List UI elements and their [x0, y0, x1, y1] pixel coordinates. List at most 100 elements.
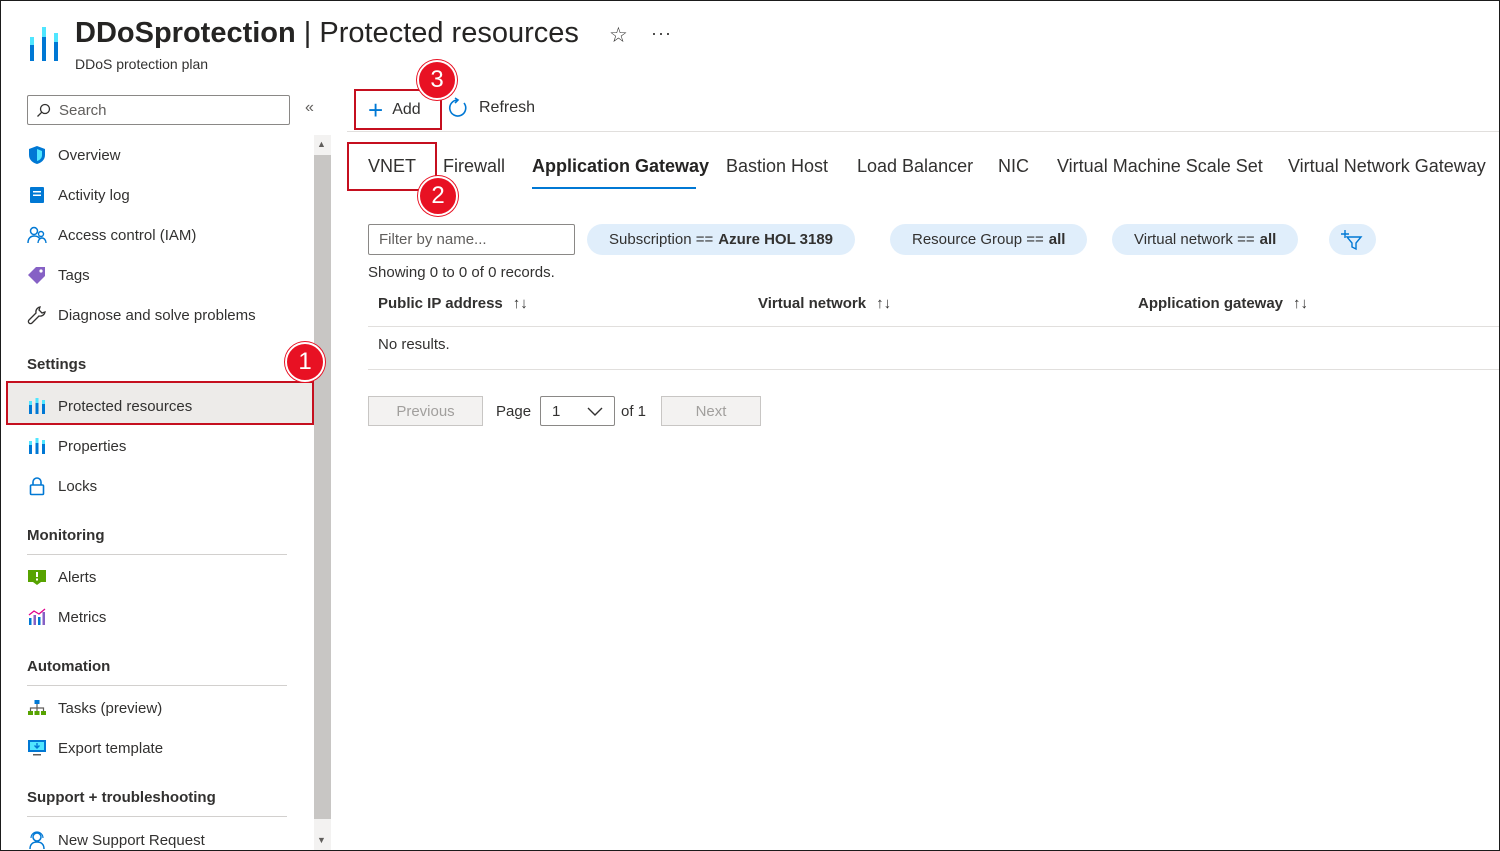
ddos-plan-logo-icon	[30, 27, 58, 61]
tab-bastion-host[interactable]: Bastion Host	[726, 156, 828, 177]
page-number-value: 1	[552, 402, 561, 420]
sidebar-item-access-control[interactable]: Access control (IAM)	[27, 217, 196, 253]
active-tab-indicator	[532, 187, 696, 189]
virtual-network-filter-pill[interactable]: Virtual network == all	[1112, 224, 1299, 255]
page-label: Page	[496, 403, 532, 420]
column-header-label: Application gateway	[1138, 295, 1284, 312]
sidebar-item-protected-resources[interactable]: Protected resources	[27, 388, 192, 424]
sidebar-item-label: Diagnose and solve problems	[58, 306, 256, 324]
sidebar-scroll-thumb[interactable]	[314, 155, 331, 819]
refresh-button-label: Refresh	[479, 99, 536, 116]
resource-type-subtitle: DDoS protection plan	[75, 56, 209, 72]
add-filter-button[interactable]	[1329, 224, 1376, 255]
sort-icon[interactable]: ↑↓	[513, 295, 528, 312]
callout-badge: 3	[417, 60, 457, 100]
page-number-select[interactable]: 1	[540, 396, 615, 426]
toolbar-divider	[347, 131, 1499, 132]
callout-badge: 2	[418, 176, 458, 216]
column-header-label: Virtual network	[758, 295, 867, 312]
sort-icon[interactable]: ↑↓	[1293, 295, 1308, 312]
sidebar-item-tasks[interactable]: Tasks (preview)	[27, 690, 162, 726]
people-icon	[27, 225, 47, 245]
title-separator: |	[295, 17, 320, 49]
filter-key: Virtual network ==	[1134, 231, 1255, 248]
filter-key: Resource Group ==	[912, 231, 1044, 248]
refresh-button[interactable]: Refresh	[447, 97, 535, 119]
sidebar-item-new-support-request[interactable]: New Support Request	[27, 822, 205, 850]
tab-firewall[interactable]: Firewall	[443, 156, 505, 177]
sidebar-item-label: New Support Request	[58, 831, 205, 849]
tab-virtual-machine-scale-set[interactable]: Virtual Machine Scale Set	[1057, 156, 1263, 177]
resource-name: DDoSprotection	[75, 17, 296, 49]
sidebar-item-label: Overview	[58, 146, 121, 164]
section-divider	[27, 685, 287, 686]
search-placeholder: Search	[59, 101, 107, 119]
page-total-label: of 1	[621, 403, 647, 420]
sidebar-item-diagnose[interactable]: Diagnose and solve problems	[27, 297, 256, 333]
records-count-text: Showing 0 to 0 of 0 records.	[368, 264, 555, 281]
sidebar-item-label: Properties	[58, 437, 127, 455]
add-button-label: Add	[392, 100, 421, 118]
no-results-text: No results.	[378, 336, 450, 353]
callout-badge: 1	[285, 342, 325, 382]
section-automation: Automation	[27, 658, 111, 675]
sidebar-item-tags[interactable]: Tags	[27, 257, 90, 293]
page-title: DDoSprotection | Protected resources	[75, 17, 579, 50]
sidebar-item-label: Protected resources	[58, 397, 193, 415]
sidebar-search-input[interactable]: Search	[27, 95, 290, 125]
column-header-application-gateway[interactable]: Application gateway ↑↓	[1138, 295, 1308, 312]
sidebar-item-label: Alerts	[58, 568, 97, 586]
previous-page-button[interactable]: Previous	[368, 396, 483, 426]
export-template-icon	[27, 738, 47, 758]
tag-icon	[27, 265, 47, 285]
sidebar-item-label: Tasks (preview)	[58, 699, 163, 717]
column-header-public-ip[interactable]: Public IP address ↑↓	[378, 295, 528, 312]
sort-icon[interactable]: ↑↓	[876, 295, 891, 312]
sidebar-item-label: Activity log	[58, 186, 130, 204]
ddos-plan-icon	[27, 396, 47, 416]
filter-by-name-input[interactable]: Filter by name...	[368, 224, 575, 255]
subscription-filter-pill[interactable]: Subscription == Azure HOL 3189	[587, 224, 856, 255]
favorite-star-icon[interactable]: ☆	[609, 23, 628, 48]
sidebar-item-activity-log[interactable]: Activity log	[27, 177, 130, 213]
sidebar-item-alerts[interactable]: Alerts	[27, 559, 96, 595]
sidebar-item-export-template[interactable]: Export template	[27, 730, 163, 766]
filter-value: all	[1048, 231, 1066, 248]
plus-icon: +	[368, 94, 384, 125]
filter-value: all	[1259, 231, 1277, 248]
portal-window: DDoSprotection | Protected resources DDo…	[0, 0, 1500, 851]
shield-icon	[27, 145, 47, 165]
resource-group-filter-pill[interactable]: Resource Group == all	[890, 224, 1088, 255]
scroll-up-arrow-icon[interactable]: ▲	[317, 139, 326, 149]
tab-nic[interactable]: NIC	[998, 156, 1029, 177]
search-icon	[37, 103, 51, 117]
table-header-divider	[368, 326, 1499, 327]
section-divider	[27, 554, 287, 555]
section-settings: Settings	[27, 356, 87, 373]
tasks-icon	[27, 698, 47, 718]
section-support: Support + troubleshooting	[27, 789, 216, 806]
sidebar-item-locks[interactable]: Locks	[27, 468, 97, 504]
alert-icon	[27, 567, 47, 587]
column-header-virtual-network[interactable]: Virtual network ↑↓	[758, 295, 891, 312]
collapse-sidebar-icon[interactable]: «	[305, 99, 314, 117]
more-actions-icon[interactable]: ···	[651, 23, 672, 44]
scroll-down-arrow-icon[interactable]: ▼	[317, 835, 326, 845]
support-request-icon	[27, 830, 47, 850]
sidebar-item-label: Locks	[58, 477, 98, 495]
properties-icon	[27, 436, 47, 456]
sidebar-item-metrics[interactable]: Metrics	[27, 599, 106, 635]
chevron-down-icon	[587, 407, 603, 416]
add-filter-icon	[1340, 229, 1362, 250]
page-title-text: Protected resources	[319, 17, 579, 49]
section-monitoring: Monitoring	[27, 527, 105, 544]
tab-load-balancer[interactable]: Load Balancer	[857, 156, 973, 177]
wrench-icon	[27, 305, 47, 325]
tab-virtual-network-gateway[interactable]: Virtual Network Gateway	[1288, 156, 1486, 177]
tab-application-gateway[interactable]: Application Gateway	[532, 156, 709, 177]
sidebar-item-overview[interactable]: Overview	[27, 137, 121, 173]
sidebar-item-properties[interactable]: Properties	[27, 428, 126, 464]
column-header-label: Public IP address	[378, 295, 503, 312]
refresh-icon	[448, 97, 467, 117]
next-page-button[interactable]: Next	[661, 396, 761, 426]
